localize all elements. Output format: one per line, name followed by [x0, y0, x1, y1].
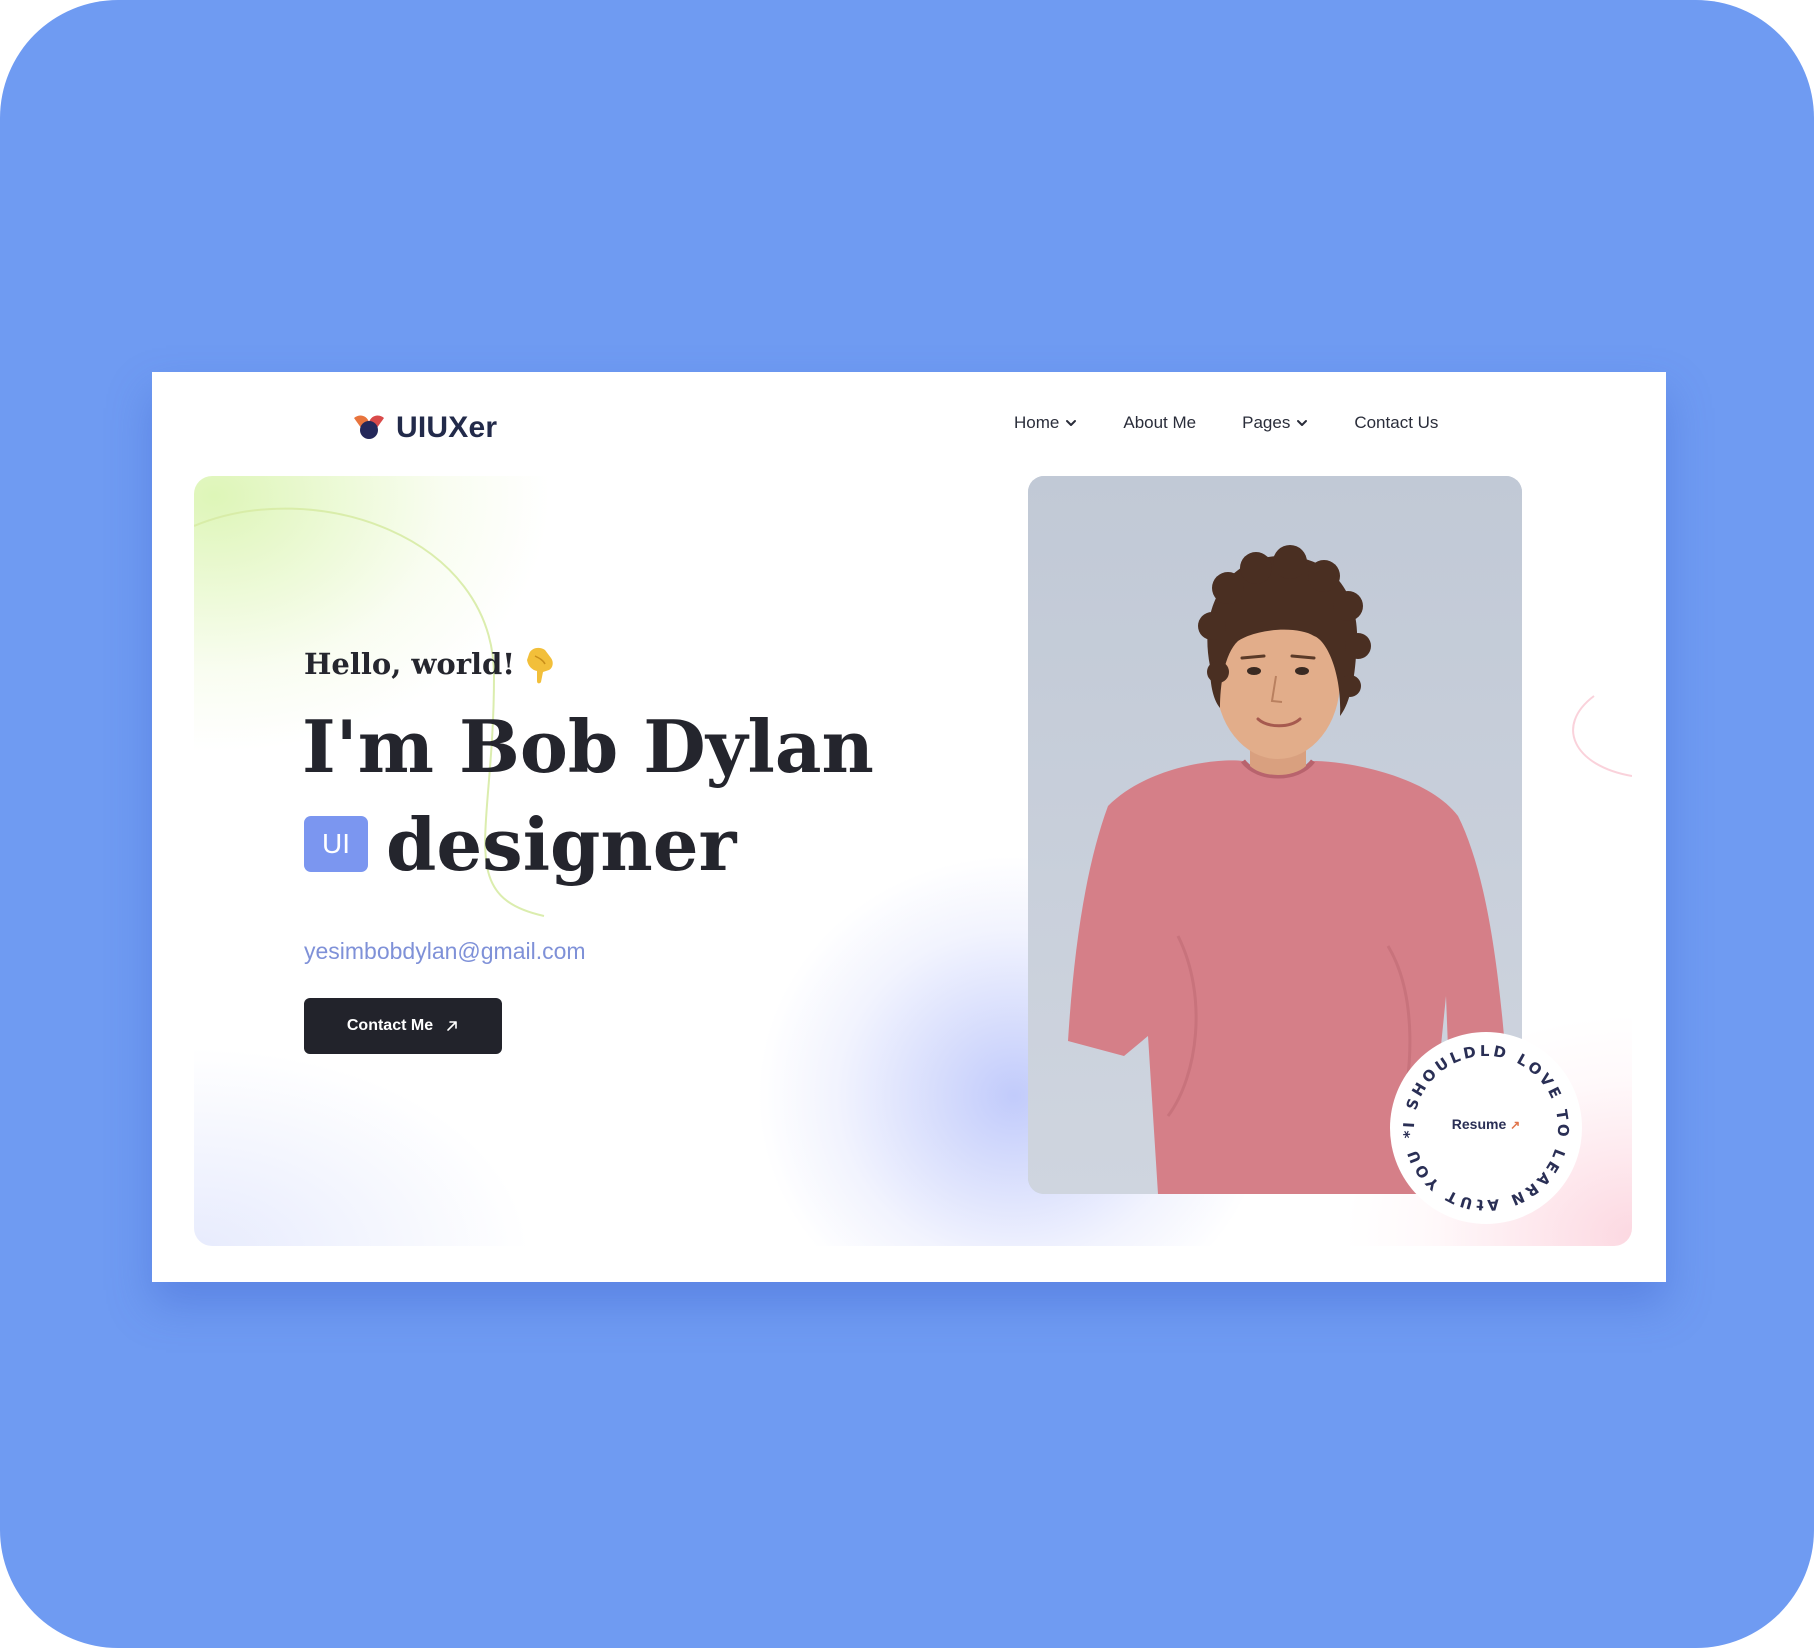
nav-item-label: Contact Us — [1354, 413, 1439, 432]
logo-mark-icon — [354, 415, 384, 439]
nav-item-about-me[interactable]: About Me — [1123, 413, 1196, 433]
nav-item-home[interactable]: Home — [1014, 413, 1077, 433]
background-frame: UIUXer Home About Me Pages Contact Us He… — [0, 0, 1814, 1648]
nav-item-label: Home — [1014, 413, 1060, 432]
arrow-up-right-icon — [447, 1021, 457, 1031]
nav-item-label: About Me — [1123, 413, 1197, 432]
chevron-down-icon — [1066, 420, 1077, 426]
nav-item-contact-us[interactable]: Contact Us — [1354, 413, 1438, 433]
website-preview: UIUXer Home About Me Pages Contact Us He… — [152, 372, 1666, 1282]
pointing-hand-icon — [527, 647, 553, 684]
logo[interactable]: UIUXer — [350, 408, 497, 448]
resume-label: Resume — [1451, 1116, 1507, 1132]
arrow-up-right-icon: ↗ — [1510, 1118, 1521, 1132]
seal-label: Resume ↗ — [1386, 1116, 1586, 1132]
nav-item-label: Pages — [1242, 413, 1291, 432]
contact-me-button[interactable]: Contact Me — [304, 998, 502, 1054]
role-badge: UI — [304, 816, 368, 872]
contact-me-label: Contact Me — [346, 1017, 434, 1034]
email-link[interactable]: yesimbobdylan@gmail.com — [304, 938, 586, 965]
hero-headline: I'm Bob Dylan — [302, 704, 874, 789]
hero-role: UI designer — [304, 802, 736, 887]
chevron-down-icon — [1297, 420, 1308, 426]
role-text: designer — [386, 801, 737, 887]
brand-name: UIUXer — [396, 411, 498, 444]
greeting-text: Hello, world! — [304, 647, 516, 681]
resume-seal-button[interactable]: I SHOULDLD LOVE TO LEARN AtUT YOU * Resu… — [1386, 1028, 1586, 1228]
main-nav: Home About Me Pages Contact Us — [1014, 406, 1438, 440]
hero-greeting: Hello, world! — [304, 644, 559, 684]
nav-item-pages[interactable]: Pages — [1242, 413, 1308, 433]
